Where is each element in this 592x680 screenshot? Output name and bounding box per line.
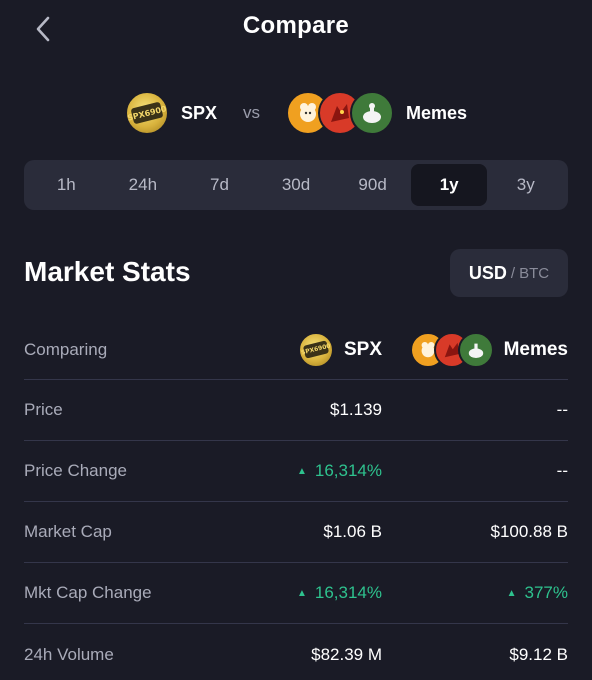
header-spx: SPX6900 SPX [244,331,382,368]
header-spx-label: SPX [343,338,382,360]
meme-coin-goose-icon [457,331,494,368]
tab-1h[interactable]: 1h [28,164,105,206]
section-title: Market Stats [24,256,191,287]
left-asset-label: SPX [180,102,217,123]
up-triangle-icon: ▲ [506,587,517,599]
table-row: Market Cap $1.06 B $100.88 B [24,502,568,563]
comparing-label: Comparing [24,339,108,359]
page-title: Compare [242,12,350,39]
currency-separator: / [510,264,516,282]
stats-table: Comparing SPX6900 SPX Memes Price $1.139… [24,320,568,680]
table-row: Mkt Cap Change ▲ 16,314% ▲ 377% [24,563,568,624]
memes-value: $9.12 B [509,644,568,664]
right-asset-label: Memes [406,102,468,123]
row-label: Price Change [24,461,128,480]
timeframe-selector: 1h 24h 7d 30d 90d 1y 3y [24,160,568,210]
meme-coins-stack [409,331,494,368]
compare-heading: SPX6900 SPX vs Memes [0,88,592,138]
tab-1y[interactable]: 1y [410,164,488,206]
memes-value: -- [556,461,568,480]
spx-value: $1.06 B [323,522,382,541]
row-label: Market Cap [24,522,112,541]
currency-btc[interactable]: BTC [519,265,549,282]
currency-toggle[interactable]: USD / BTC [450,249,568,297]
spx-coin-icon: SPX6900 [124,91,169,135]
header-memes: Memes [382,331,568,368]
vs-label: vs [243,103,260,122]
tab-3y[interactable]: 3y [487,164,564,206]
tab-90d[interactable]: 90d [334,164,411,206]
meme-coin-goose-icon [350,91,394,135]
currency-usd[interactable]: USD [469,263,507,284]
spx-change: ▲ 16,314% [296,461,382,480]
spx-value: $1.139 [330,400,382,419]
table-row: Price $1.139 -- [24,380,568,441]
spx-change: ▲ 16,314% [296,583,382,602]
row-label: Price [24,400,63,419]
header: Compare [0,0,592,56]
tab-30d[interactable]: 30d [258,164,335,206]
spx-coin-icon: SPX6900 [297,331,334,368]
table-header: Comparing SPX6900 SPX Memes [24,320,568,380]
memes-value: $100.88 B [490,522,568,541]
up-triangle-icon: ▲ [296,587,307,599]
row-label: Mkt Cap Change [24,583,152,602]
memes-value: -- [556,400,568,419]
up-triangle-icon: ▲ [296,465,307,477]
spx-value: $82.39 M [311,644,382,664]
tab-7d[interactable]: 7d [181,164,258,206]
memes-change: ▲ 377% [506,583,568,602]
table-row: Price Change ▲ 16,314% -- [24,441,568,502]
meme-coins-stack [286,91,394,135]
row-label: 24h Volume [24,644,114,664]
table-row: 24h Volume $82.39 M $9.12 B [24,624,568,680]
tab-24h[interactable]: 24h [105,164,182,206]
header-memes-label: Memes [503,338,568,360]
